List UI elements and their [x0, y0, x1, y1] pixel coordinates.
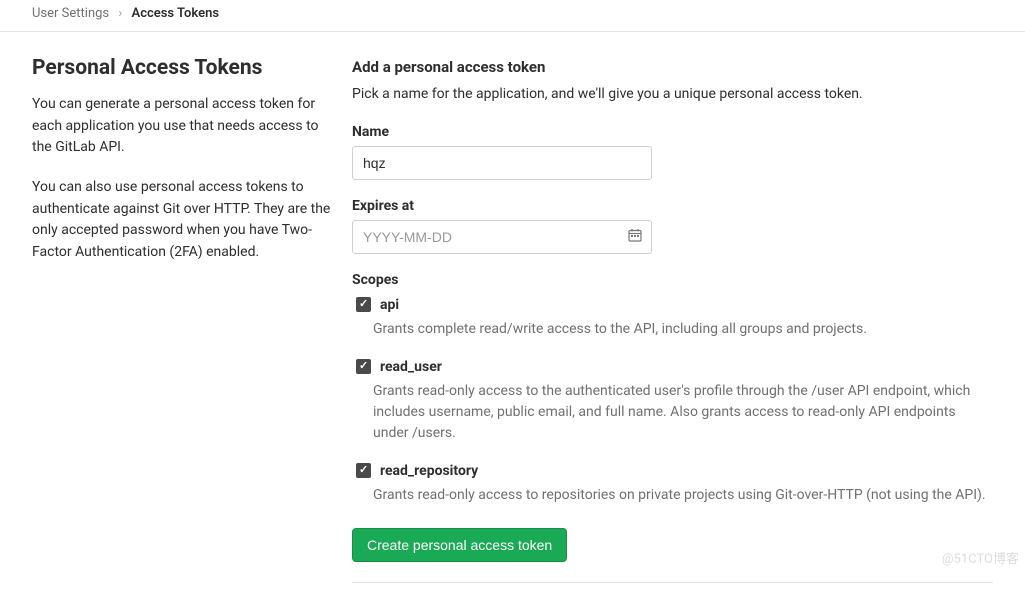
chevron-right-icon: ›: [118, 6, 122, 21]
scope-checkbox-read-repository[interactable]: [356, 463, 371, 478]
expires-input[interactable]: [352, 220, 652, 254]
scope-checkbox-api[interactable]: [356, 297, 371, 312]
scope-desc-api: Grants complete read/write access to the…: [373, 319, 993, 340]
form-intro: Pick a name for the application, and we'…: [352, 86, 993, 102]
create-token-button[interactable]: Create personal access token: [352, 528, 567, 562]
form-heading: Add a personal access token: [352, 58, 993, 76]
name-label: Name: [352, 124, 993, 140]
sidebar-description: Personal Access Tokens You can generate …: [32, 52, 332, 583]
breadcrumb: User Settings › Access Tokens: [0, 0, 1025, 32]
scope-label-read-repository: read_repository: [380, 463, 478, 479]
breadcrumb-parent[interactable]: User Settings: [32, 6, 109, 21]
name-input[interactable]: [352, 146, 652, 180]
form-panel: Add a personal access token Pick a name …: [352, 52, 993, 583]
expires-label: Expires at: [352, 198, 993, 214]
page-title: Personal Access Tokens: [32, 56, 332, 80]
scope-item-api: api Grants complete read/write access to…: [352, 294, 993, 340]
scope-desc-read-user: Grants read-only access to the authentic…: [373, 381, 993, 444]
sidebar-para-2: You can also use personal access tokens …: [32, 177, 332, 264]
divider: [352, 582, 993, 583]
scope-item-read-user: read_user Grants read-only access to the…: [352, 356, 993, 444]
scopes-label: Scopes: [352, 272, 993, 288]
scope-checkbox-read-user[interactable]: [356, 359, 371, 374]
breadcrumb-current: Access Tokens: [132, 6, 220, 21]
scope-item-read-repository: read_repository Grants read-only access …: [352, 460, 993, 506]
scope-desc-read-repository: Grants read-only access to repositories …: [373, 485, 993, 506]
scope-label-read-user: read_user: [380, 359, 442, 375]
scope-label-api: api: [380, 297, 399, 313]
sidebar-para-1: You can generate a personal access token…: [32, 94, 332, 159]
